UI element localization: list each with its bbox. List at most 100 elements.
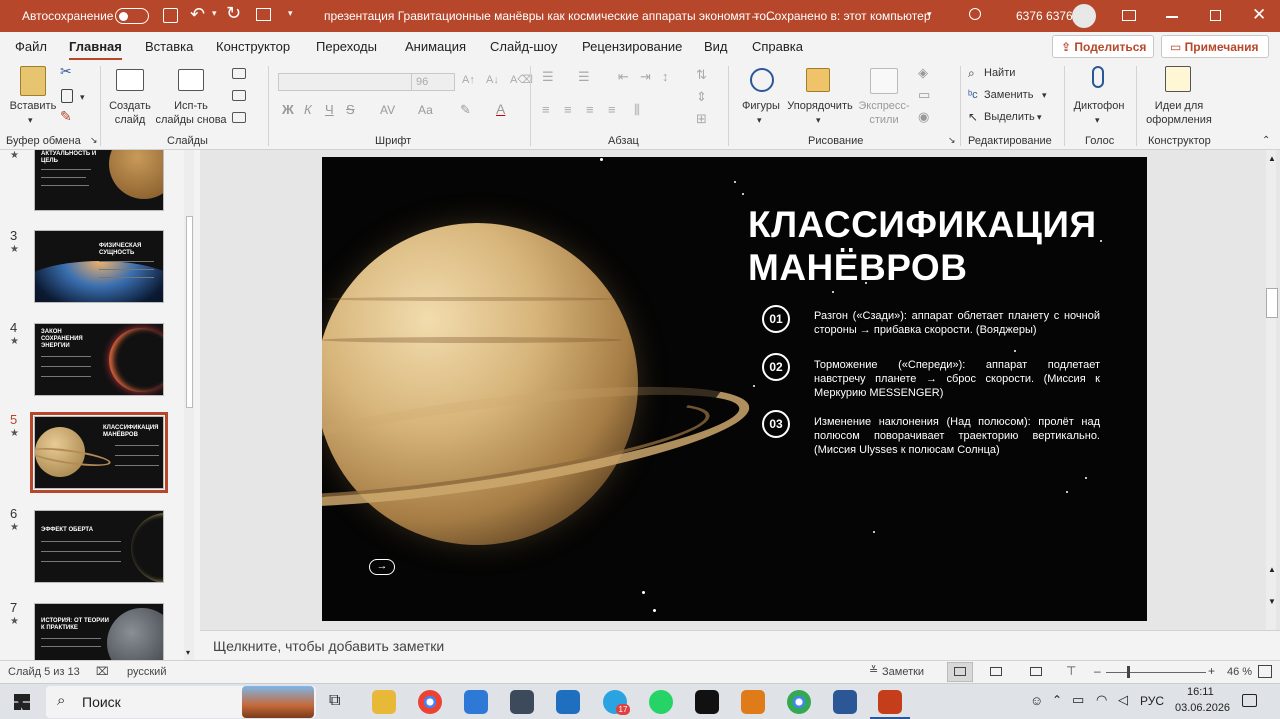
close-icon[interactable]: ✕ xyxy=(1252,5,1266,25)
language-status[interactable]: русский xyxy=(127,666,166,678)
people-icon[interactable]: ☺ xyxy=(1030,693,1043,708)
tab-review[interactable]: Рецензирование xyxy=(582,39,682,54)
save-icon[interactable] xyxy=(163,8,178,23)
notes-button[interactable]: Заметки xyxy=(882,666,924,678)
volume-icon[interactable]: ◁ xyxy=(1118,692,1128,708)
paste-icon[interactable] xyxy=(20,66,46,96)
item-text[interactable]: Изменение наклонения (Над полюсом): прол… xyxy=(814,415,1100,457)
char-spacing-icon[interactable]: AV xyxy=(380,103,395,117)
slide-thumbnail[interactable]: АКТУАЛЬНОСТЬ И ЦЕЛЬ xyxy=(34,150,164,211)
slide-thumbnail[interactable]: ФИЗИЧЕСКАЯ СУЩНОСТЬ xyxy=(34,230,164,303)
reuse-slides-label-2[interactable]: слайды снова xyxy=(152,113,230,127)
notes-placeholder[interactable]: Щелкните, чтобы добавить заметки xyxy=(213,638,444,654)
select-button[interactable]: Выделить xyxy=(984,110,1035,124)
zoom-level[interactable]: 46 % xyxy=(1227,666,1252,678)
autosave-toggle[interactable] xyxy=(115,8,149,24)
outlook-icon[interactable] xyxy=(556,690,580,714)
quick-styles-label-2[interactable]: стили xyxy=(856,113,912,127)
paste-button[interactable]: Вставить xyxy=(8,99,58,113)
slide-canvas[interactable]: КЛАССИФИКАЦИЯ МАНЁВРОВ 01 Разгон («Сзади… xyxy=(322,157,1147,621)
ribbon-display-icon[interactable] xyxy=(1122,10,1136,21)
reset-slide-icon[interactable] xyxy=(232,90,246,101)
shapes-icon[interactable] xyxy=(750,68,774,92)
task-view-icon[interactable]: ⧉ xyxy=(329,692,340,710)
slide-sorter-icon[interactable] xyxy=(990,667,1002,676)
search-icon[interactable] xyxy=(969,8,981,20)
designer-icon[interactable] xyxy=(1165,66,1191,92)
tab-insert[interactable]: Вставка xyxy=(145,39,193,54)
underline-icon[interactable]: Ч xyxy=(325,103,334,117)
slide-thumbnail[interactable]: ИСТОРИЯ: ОТ ТЕОРИИ К ПРАКТИКЕ xyxy=(34,603,164,660)
replace-dropdown-icon[interactable]: ▾ xyxy=(1042,88,1047,102)
tab-transitions[interactable]: Переходы xyxy=(316,39,377,54)
taskbar-search-placeholder[interactable]: Поиск xyxy=(82,694,121,710)
smartart-icon[interactable]: ⊞ xyxy=(696,112,707,126)
word-icon[interactable] xyxy=(833,690,857,714)
indent-increase-icon[interactable]: ⇥ xyxy=(640,70,651,84)
network-app-icon[interactable] xyxy=(510,690,534,714)
tab-animations[interactable]: Анимация xyxy=(405,39,466,54)
whatsapp-icon[interactable] xyxy=(649,690,673,714)
notification-center-icon[interactable] xyxy=(1242,694,1257,707)
undo-dropdown-icon[interactable]: ▾ xyxy=(212,8,217,19)
increase-font-icon[interactable]: A↑ xyxy=(462,73,475,87)
columns-icon[interactable]: ⫼ xyxy=(634,103,640,117)
numbering-icon[interactable]: ☰ xyxy=(578,70,590,84)
new-slide-icon[interactable] xyxy=(116,69,144,91)
reuse-slides-icon[interactable] xyxy=(178,69,204,91)
shapes-button[interactable]: Фигуры xyxy=(736,99,786,113)
bold-icon[interactable]: Ж xyxy=(282,103,294,117)
slide-scrollbar[interactable] xyxy=(1266,150,1276,630)
clock-time[interactable]: 16:11 xyxy=(1187,686,1214,698)
tab-home[interactable]: Главная xyxy=(69,39,122,61)
dictate-button[interactable]: Диктофон xyxy=(1068,99,1130,113)
zoom-out-icon[interactable]: – xyxy=(1094,664,1101,678)
select-dropdown-icon[interactable]: ▾ xyxy=(1037,110,1042,124)
chrome-profile-icon[interactable] xyxy=(787,690,811,714)
slide-thumbnail[interactable]: ЗАКОН СОХРАНЕНИЯ ЭНЕРГИИ xyxy=(34,323,164,396)
line-spacing-icon[interactable]: ↕ xyxy=(662,70,669,84)
sublime-icon[interactable] xyxy=(741,690,765,714)
save-status-dropdown-icon[interactable]: ▾ xyxy=(927,9,932,20)
redo-icon[interactable]: ↻ xyxy=(226,3,241,24)
input-language[interactable]: РУС xyxy=(1140,694,1164,708)
wifi-icon[interactable]: ◠ xyxy=(1096,692,1107,708)
align-right-icon[interactable]: ≡ xyxy=(586,103,594,117)
shape-fill-icon[interactable]: ◈ xyxy=(918,66,928,80)
spellcheck-icon[interactable]: ⌧ xyxy=(96,665,109,678)
section-icon[interactable] xyxy=(232,112,246,123)
italic-icon[interactable]: К xyxy=(304,103,312,117)
notes-toggle-icon[interactable]: ≚ xyxy=(869,664,878,677)
reuse-slides-label-1[interactable]: Исп-ть xyxy=(156,99,226,113)
copy-dropdown-icon[interactable]: ▾ xyxy=(80,90,85,104)
arrange-icon[interactable] xyxy=(806,68,830,92)
align-left-icon[interactable]: ≡ xyxy=(542,103,550,117)
change-case-icon[interactable]: Аа xyxy=(418,103,433,117)
tab-file[interactable]: Файл xyxy=(15,39,47,54)
highlight-icon[interactable]: ✎ xyxy=(460,103,471,117)
zoom-slider-thumb[interactable] xyxy=(1127,666,1130,678)
minimize-icon[interactable] xyxy=(1166,16,1178,18)
arrow-button-icon[interactable]: → xyxy=(369,559,395,575)
tab-view[interactable]: Вид xyxy=(704,39,728,54)
justify-icon[interactable]: ≡ xyxy=(608,103,616,117)
powerpoint-icon[interactable] xyxy=(878,690,902,714)
clock-date[interactable]: 03.06.2026 xyxy=(1175,702,1230,714)
thumbnails-scroll-thumb[interactable] xyxy=(186,216,193,408)
slide-heading[interactable]: КЛАССИФИКАЦИЯ МАНЁВРОВ xyxy=(748,203,1128,289)
undo-icon[interactable]: ↶ xyxy=(190,4,205,25)
zoom-in-icon[interactable]: + xyxy=(1208,664,1215,678)
shape-outline-icon[interactable]: ▭ xyxy=(918,88,930,102)
drawing-launcher-icon[interactable]: ↘ xyxy=(948,135,956,146)
avatar[interactable] xyxy=(1072,4,1096,28)
tab-help[interactable]: Справка xyxy=(752,39,803,54)
replace-button[interactable]: Заменить xyxy=(984,88,1033,102)
align-center-icon[interactable]: ≡ xyxy=(564,103,572,117)
item-text[interactable]: Торможение («Спереди»): аппарат подлетае… xyxy=(814,358,1100,400)
designer-label-2[interactable]: оформления xyxy=(1140,113,1218,127)
store-icon[interactable] xyxy=(464,690,488,714)
scroll-up-icon[interactable]: ▲ xyxy=(1268,154,1276,163)
copy-icon[interactable] xyxy=(61,89,73,103)
next-slide-icon[interactable]: ▼ xyxy=(1268,597,1276,606)
font-color-icon[interactable]: A xyxy=(496,102,505,116)
